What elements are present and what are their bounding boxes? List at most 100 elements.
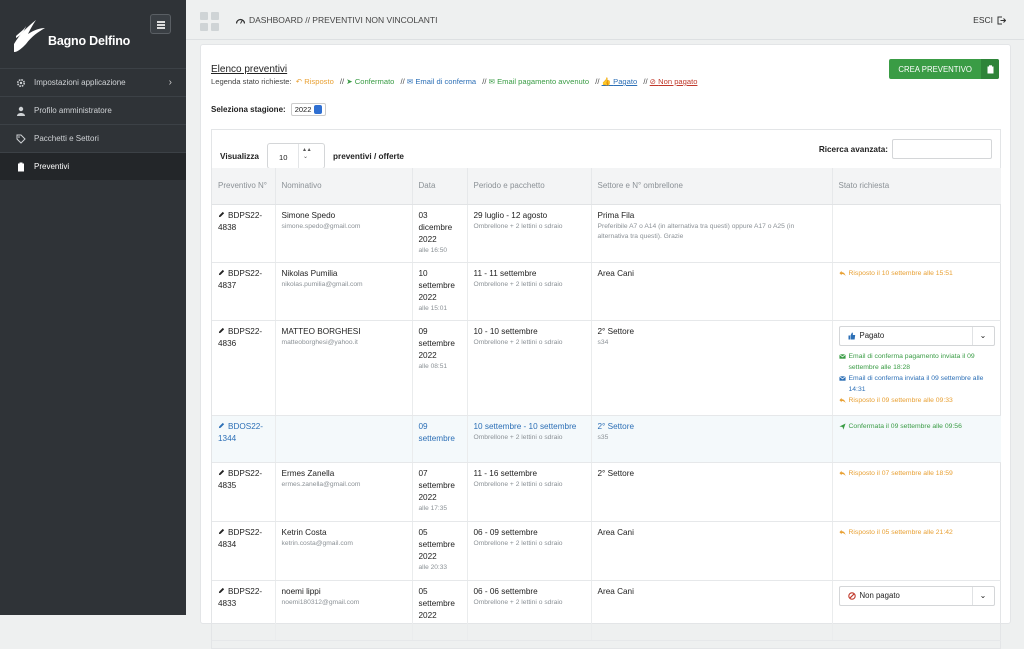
page-title: Elenco preventivi [211,64,288,75]
status-cell: Pagato ⌄ Email di conferma pagamento invia… [832,320,1001,416]
quote-id-cell[interactable]: BDPS22-4838 [212,204,276,263]
logout-button[interactable]: ESCI [973,15,1006,25]
pencil-icon [218,211,225,217]
table-row[interactable]: BDPS22-4837 Nikolas Pumilia nikolas.pumili… [212,262,1001,321]
period-cell: 11 - 16 settembre Ombrellone + 2 lettini … [467,462,592,522]
period: 06 - 09 settembre [473,527,538,537]
quote-id-cell[interactable]: BDPS22-4834 [212,521,276,581]
pencil-icon [218,528,225,534]
quote-date: 05 settembre 2022 [418,586,455,620]
package: Ombrellone + 2 lettini o sdraio [473,338,563,346]
quote-time: alle 15:01 [418,304,448,312]
package: Ombrellone + 2 lettini o sdraio [473,222,563,230]
show-suffix: preventivi / offerte [333,151,404,161]
col-header-nominativo[interactable]: Nominativo [275,168,413,205]
tags-icon [16,134,26,144]
sidebar-item-profilo[interactable]: Profilo amministratore [0,96,186,124]
period: 11 - 11 settembre [473,268,537,278]
page-length-select[interactable]: 10 ▴ ▴ ⌄ [267,143,325,169]
sidebar-item-preventivi[interactable]: Preventivi [0,152,186,180]
sidebar-item-label: Profilo amministratore [34,106,112,115]
hamburger-menu-button[interactable] [150,14,171,34]
package: Ombrellone + 2 lettini o sdraio [473,539,563,547]
date-cell: 05 settembre 2022 [412,580,468,641]
advanced-search: Ricerca avanzata: [819,139,992,159]
payment-status-dropdown[interactable]: Pagato ⌄ [838,325,995,346]
col-header-stato[interactable]: Stato richiesta [832,168,1001,205]
breadcrumb: DASHBOARD // PREVENTIVI NON VINCOLANTI [236,15,437,25]
gear-icon [16,78,26,87]
customer-cell: Simone Spedo simone.spedo@gmail.com [275,204,413,263]
package: Ombrellone + 2 lettini o sdraio [473,280,563,288]
legend-email-pagamento: ✉ Email pagamento avvenuto [488,77,590,86]
sidebar-item-impostazioni[interactable]: Impostazioni applicazione › [0,68,186,96]
table-header-row: Preventivo N° Nominativo Data Periodo e … [212,168,1001,205]
quote-time: alle 17:35 [418,504,448,512]
customer-cell: Ketrin Costa ketrin.costa@gmail.com [275,521,413,581]
status-entry: Risposto il 10 settembre alle 15:51 [838,268,996,279]
table-row[interactable]: BDPS22-4836 MATTEO BORGHESI matteoborghesi… [212,320,1001,416]
customer-cell: Nikolas Pumilia nikolas.pumilia@gmail.com [275,262,413,321]
page-length-value: 10 [279,153,288,162]
quote-id-cell[interactable]: BDOS22-1344 [212,415,276,463]
status-text: Email di conferma pagamento inviata il 0… [848,352,975,371]
status-text: Confermata il 09 settembre alle 09:56 [848,422,962,430]
app-logo[interactable]: Bagno Delfino [12,14,132,58]
period: 10 - 10 settembre [473,326,538,336]
pencil-icon [218,327,225,333]
customer-email: matteoborghesi@yahoo.it [281,338,358,346]
clipboard-icon [18,162,24,171]
quotes-table-container: Visualizza 10 ▴ ▴ ⌄ preventivi / offerte … [211,129,1001,649]
sidebar-item-label: Pacchetti e Settori [34,134,99,143]
breadcrumb-text[interactable]: DASHBOARD // PREVENTIVI NON VINCOLANTI [249,15,437,25]
ban-icon [847,591,856,600]
quote-date: 03 dicembre 2022 [418,210,453,244]
apps-grid-icon[interactable] [200,12,220,32]
status-text: Risposto il 10 settembre alle 15:51 [848,269,953,277]
period-cell: 10 settembre - 10 settembre Ombrellone + … [467,415,592,463]
quote-id-cell[interactable]: BDPS22-4835 [212,462,276,522]
table-row[interactable]: BDPS22-4838 Simone Spedo simone.spedo@gmai… [212,204,1001,263]
payment-status-dropdown[interactable]: Non pagato ⌄ [838,585,995,606]
table-row[interactable]: BDPS22-4835 Ermes Zanella ermes.zanella@gm… [212,462,1001,522]
payment-status-value: Pagato [859,330,885,340]
sector-cell: Area Cani [591,262,833,321]
sector-cell: Area Cani [591,521,833,581]
season-select[interactable]: 2022 [290,103,327,116]
sidebar-item-pacchetti[interactable]: Pacchetti e Settori [0,124,186,152]
table-row[interactable]: BDPS22-4833 noemi lippi noemi180312@gmail.… [212,580,1001,641]
quote-id-cell[interactable]: BDPS22-4837 [212,262,276,321]
col-header-periodo[interactable]: Periodo e pacchetto [467,168,592,205]
reply-icon [838,397,846,403]
status-entry: Risposto il 07 settembre alle 18:59 [838,468,996,479]
app-name: Bagno Delfino [48,34,131,48]
table-row[interactable]: BDPS22-4834 Ketrin Costa ketrin.costa@gmai… [212,521,1001,581]
col-header-preventivo[interactable]: Preventivo N° [212,168,276,205]
customer-cell: MATTEO BORGHESI matteoborghesi@yahoo.it [275,320,413,416]
customer-email: simone.spedo@gmail.com [281,222,361,230]
legend-pagato[interactable]: 👍 Pagato [602,77,640,86]
quote-date: 09 settembre 2022 [418,326,455,360]
quote-id-cell[interactable]: BDPS22-4833 [212,580,276,641]
envelope-icon [838,375,846,381]
status-entry: Email di conferma pagamento inviata il 0… [838,351,996,373]
page-length-control: Visualizza 10 ▴ ▴ ⌄ preventivi / offerte [220,143,404,169]
quote-id-cell[interactable]: BDPS22-4836 [212,320,276,416]
status-cell: Risposto il 10 settembre alle 15:51 [832,262,1001,321]
quote-date: 09 settembre [418,421,455,443]
customer-name: Simone Spedo [281,210,336,220]
create-quote-button[interactable]: CREA PREVENTIVO [889,59,999,79]
period: 29 luglio - 12 agosto [473,210,548,220]
status-cell [832,204,1001,263]
period-cell: 10 - 10 settembre Ombrellone + 2 lettini … [467,320,592,416]
sector: 2° Settore [597,468,635,478]
search-input[interactable] [892,139,992,159]
col-header-data[interactable]: Data [412,168,468,205]
col-header-settore[interactable]: Settore e N° ombrellone [591,168,833,205]
legend-non-pagato[interactable]: ⊘ Non pagato [650,77,700,86]
pencil-icon [218,422,225,428]
table-row[interactable]: BDOS22-1344 09 settembre 10 settembre - 10… [212,415,1001,463]
sidebar: Bagno Delfino Impostazioni applicazione … [0,0,186,615]
quote-time: alle 08:51 [418,362,448,370]
sector: Area Cani [597,268,634,278]
